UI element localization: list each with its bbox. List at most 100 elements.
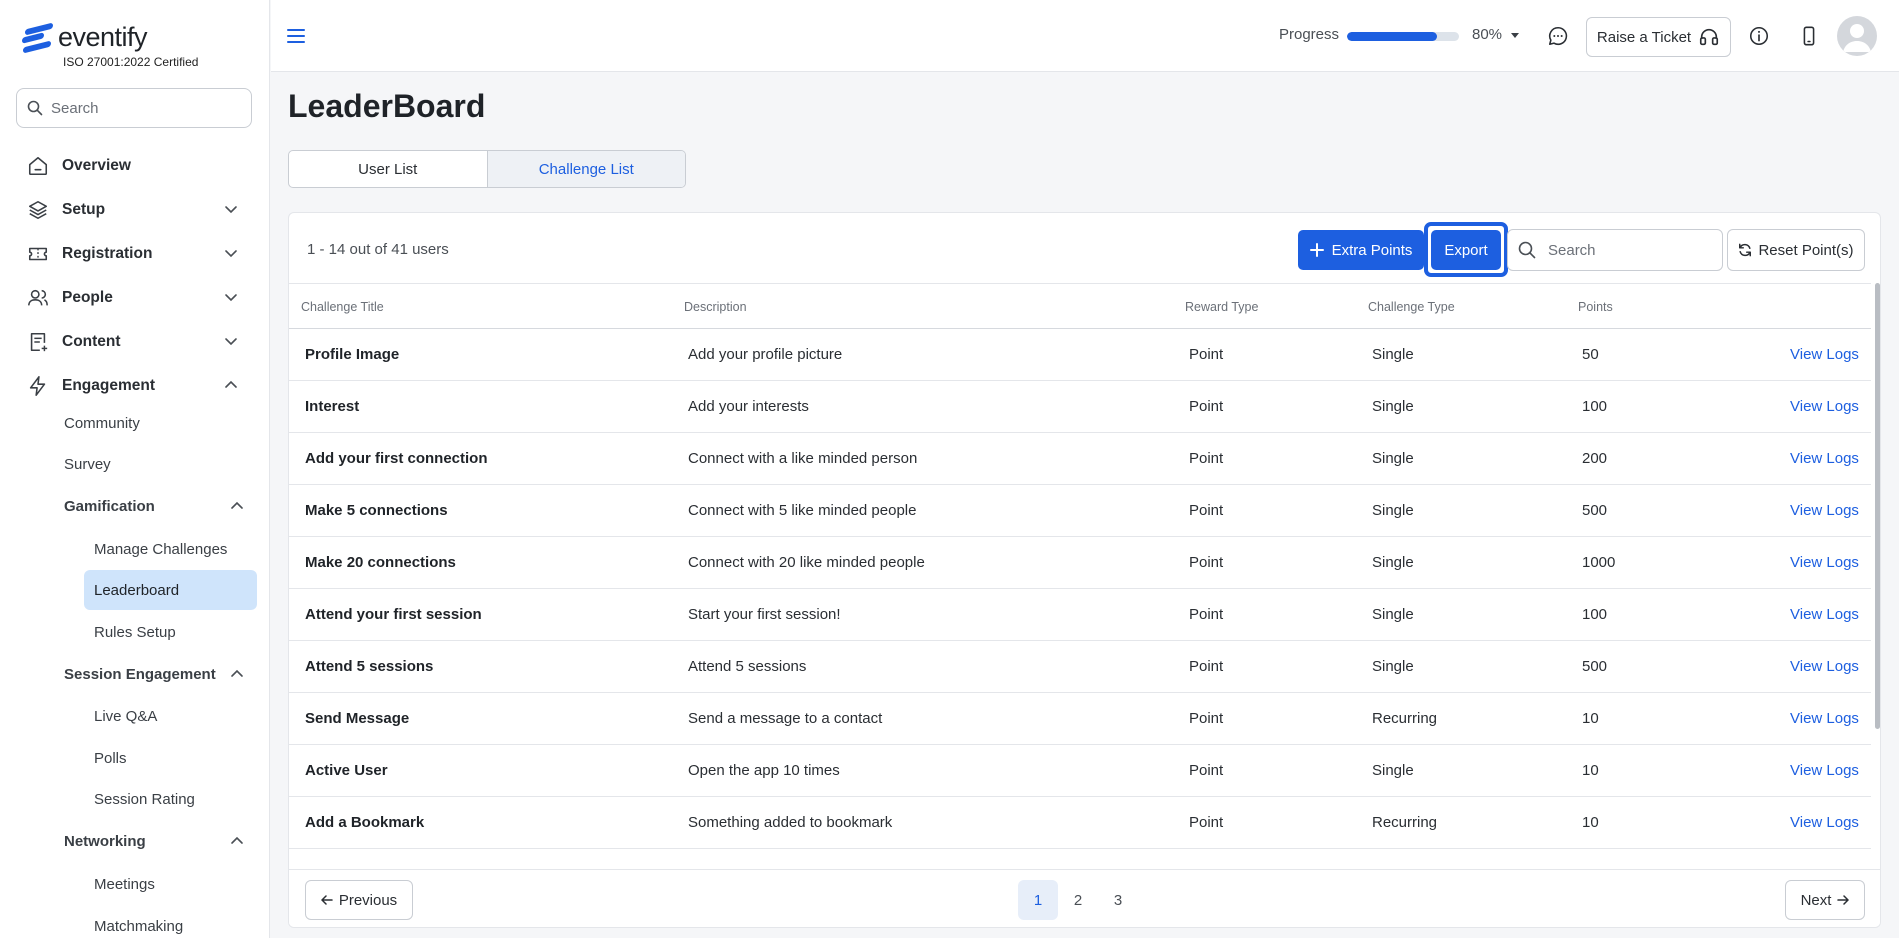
sidebar-search-input[interactable] [51, 99, 241, 117]
raise-ticket-button[interactable]: Raise a Ticket [1586, 17, 1731, 57]
brand-name: eventify [58, 22, 148, 52]
sidebar-group-gamification[interactable]: Gamification [64, 490, 244, 522]
sidebar-group-session-engagement[interactable]: Session Engagement [64, 658, 244, 690]
table-row[interactable]: Attend your first session Start your firs… [289, 589, 1871, 641]
results-count: 1 - 14 out of 41 users [307, 241, 449, 258]
chevron-up-icon [225, 380, 237, 388]
table-row[interactable]: Interest Add your interests Point Single 100… [289, 381, 1871, 433]
sidebar-item-registration[interactable]: Registration [26, 236, 244, 272]
sidebar-item-engagement[interactable]: Engagement [26, 368, 244, 404]
sidebar-item-manage-challenges[interactable]: Manage Challenges [84, 529, 257, 569]
table-scrollbar[interactable] [1875, 283, 1880, 729]
sidebar-item-matchmaking[interactable]: Matchmaking [84, 906, 257, 938]
sidebar-item-leaderboard[interactable]: Leaderboard [84, 570, 257, 610]
sidebar-item-community[interactable]: Community [64, 407, 140, 439]
table-row[interactable]: Add your first connection Connect with a … [289, 433, 1871, 485]
cell-challenge-type: Single [1372, 346, 1414, 363]
home-icon [26, 154, 50, 178]
user-avatar-icon [1843, 24, 1871, 52]
cell-challenge-title: Make 20 connections [305, 554, 456, 571]
view-logs-link[interactable]: View Logs [1790, 398, 1859, 415]
table-row[interactable]: Profile Image Add your profile picture Poi… [289, 329, 1871, 381]
sidebar-item-overview[interactable]: Overview [26, 148, 244, 184]
view-logs-link[interactable]: View Logs [1790, 450, 1859, 467]
column-header-points[interactable]: Points [1578, 300, 1613, 314]
view-logs-link[interactable]: View Logs [1790, 554, 1859, 571]
sidebar-item-session-rating[interactable]: Session Rating [84, 779, 257, 819]
cell-reward-type: Point [1189, 658, 1224, 675]
sidebar-item-people[interactable]: People [26, 280, 244, 316]
cell-challenge-title: Add a Bookmark [305, 814, 425, 831]
sidebar-item-label: People [62, 289, 113, 306]
table-row[interactable]: Attend 5 sessions Attend 5 sessions Point S… [289, 641, 1871, 693]
cell-challenge-title: Make 5 connections [305, 502, 448, 519]
cell-challenge-type: Single [1372, 450, 1414, 467]
view-logs-link[interactable]: View Logs [1790, 502, 1859, 519]
chevron-down-icon [225, 294, 237, 302]
cell-challenge-title: Profile Image [305, 346, 400, 363]
column-header-description[interactable]: Description [684, 300, 747, 314]
view-logs-link[interactable]: View Logs [1790, 658, 1859, 675]
cell-description: Connect with 5 like minded people [688, 502, 917, 519]
cell-points: 100 [1582, 398, 1608, 415]
table-search-input[interactable] [1548, 241, 1718, 259]
sidebar-group-networking[interactable]: Networking [64, 825, 244, 857]
cell-reward-type: Point [1189, 814, 1224, 831]
cell-challenge-title: Attend your first session [305, 606, 482, 623]
table-row[interactable]: Active User Open the app 10 times Point Sin… [289, 745, 1871, 797]
reset-points-button[interactable]: Reset Point(s) [1727, 229, 1865, 271]
sidebar-item-meetings[interactable]: Meetings [84, 864, 257, 904]
caret-down-icon[interactable] [1510, 32, 1520, 40]
page-number-3[interactable]: 3 [1098, 880, 1138, 920]
sidebar-item-setup[interactable]: Setup [26, 192, 244, 228]
sidebar-item-rules-setup[interactable]: Rules Setup [84, 612, 257, 652]
previous-label: Previous [338, 891, 398, 909]
next-page-button[interactable]: Next [1785, 880, 1865, 920]
cell-points: 10 [1582, 762, 1599, 779]
chevron-down-icon [225, 338, 237, 346]
column-header-challenge-type[interactable]: Challenge Type [1368, 300, 1455, 314]
sidebar-item-live-qa[interactable]: Live Q&A [84, 696, 257, 736]
refresh-icon [1739, 243, 1752, 257]
page-number-2[interactable]: 2 [1058, 880, 1098, 920]
pagination: Previous 1 2 3 Next [289, 869, 1880, 927]
mobile-icon[interactable] [1797, 24, 1821, 48]
view-logs-link[interactable]: View Logs [1790, 606, 1859, 623]
view-logs-link[interactable]: View Logs [1790, 762, 1859, 779]
cell-points: 10 [1582, 710, 1599, 727]
sidebar-item-polls[interactable]: Polls [84, 738, 257, 778]
view-logs-link[interactable]: View Logs [1790, 346, 1859, 363]
table-row[interactable]: Add a Bookmark Something added to bookmar… [289, 797, 1871, 849]
export-button[interactable]: Export [1431, 230, 1501, 270]
layers-icon [26, 198, 50, 222]
sidebar-item-label: Registration [62, 245, 153, 262]
sidebar-item-label: Setup [62, 201, 106, 218]
eventify-logo[interactable]: eventify [22, 22, 148, 53]
table-row[interactable]: Send Message Send a message to a contact P… [289, 693, 1871, 745]
cell-description: Send a message to a contact [688, 710, 883, 727]
cell-challenge-type: Single [1372, 398, 1414, 415]
tab-user-list[interactable]: User List [289, 151, 487, 187]
table-search[interactable] [1507, 229, 1723, 271]
table-row[interactable]: Make 5 connections Connect with 5 like mi… [289, 485, 1871, 537]
certification-text: ISO 27001:2022 Certified [63, 55, 199, 69]
cell-challenge-title: Active User [305, 762, 388, 779]
sidebar-item-content[interactable]: Content [26, 324, 244, 360]
view-logs-link[interactable]: View Logs [1790, 814, 1859, 831]
view-logs-link[interactable]: View Logs [1790, 710, 1859, 727]
info-icon[interactable] [1747, 24, 1771, 48]
previous-page-button[interactable]: Previous [305, 880, 413, 920]
avatar[interactable] [1837, 16, 1877, 56]
extra-points-button[interactable]: Extra Points [1298, 230, 1424, 270]
column-header-challenge-title[interactable]: Challenge Title [301, 300, 384, 314]
sidebar-search[interactable] [16, 88, 252, 128]
menu-icon[interactable] [287, 27, 305, 45]
table-row[interactable]: Make 20 connections Connect with 20 like … [289, 537, 1871, 589]
sidebar-item-survey[interactable]: Survey [64, 448, 111, 480]
tab-challenge-list[interactable]: Challenge List [486, 151, 685, 187]
chat-icon[interactable] [1546, 24, 1570, 48]
column-header-reward-type[interactable]: Reward Type [1185, 300, 1258, 314]
page-number-1[interactable]: 1 [1018, 880, 1058, 920]
arrow-right-icon [1837, 895, 1850, 905]
extra-points-label: Extra Points [1331, 241, 1413, 259]
